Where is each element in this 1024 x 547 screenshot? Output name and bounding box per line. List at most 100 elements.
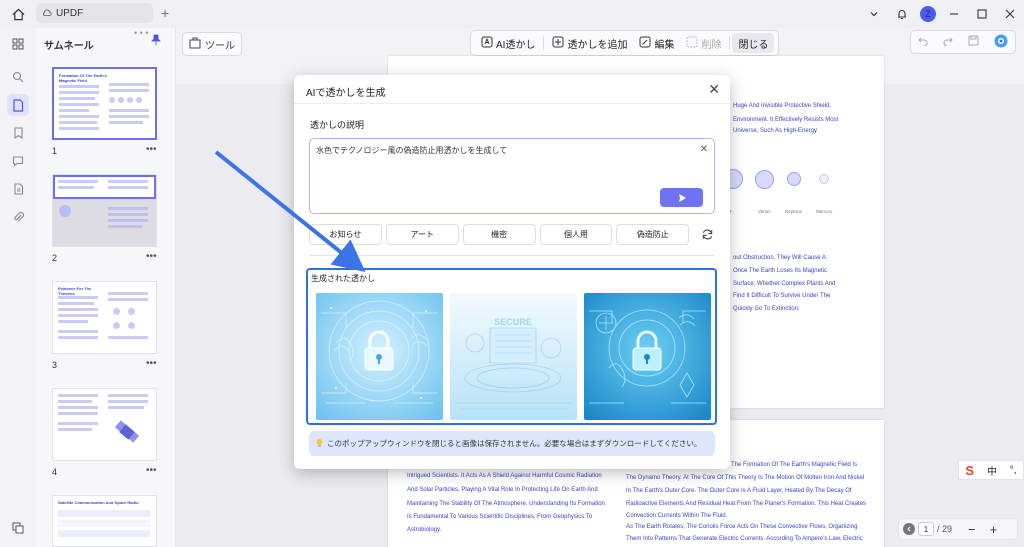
paperclip-icon[interactable]	[10, 209, 26, 225]
panel-title: サムネール	[44, 41, 94, 52]
delete-label: 削除	[701, 39, 722, 51]
send-button[interactable]	[660, 188, 703, 207]
page-text-line: Environment. It Effectively Resists Most	[733, 117, 839, 123]
generated-watermark-2[interactable]: SECURE	[450, 293, 577, 420]
tools-label: ツール	[205, 40, 235, 52]
delete-icon	[686, 36, 698, 51]
description-input[interactable]: 水色でテクノロジー風の偽造防止用透かしを生成して	[316, 145, 696, 175]
thumbnail-title: Evidence For The Theories	[58, 286, 92, 296]
bookmark-icon[interactable]	[10, 125, 26, 141]
chip-anti-counterfeit[interactable]: 偽造防止	[616, 224, 690, 245]
generated-watermark-3[interactable]	[584, 293, 711, 420]
close-icon[interactable]: ✕	[708, 81, 720, 98]
cloud-icon	[42, 9, 52, 16]
thumbnail-more-button[interactable]: •••	[146, 358, 157, 369]
edit-icon	[639, 36, 651, 51]
lightbulb-icon	[315, 438, 324, 450]
prev-page-icon[interactable]	[903, 523, 915, 535]
thumbnail-number: 3	[52, 360, 58, 370]
notice-bar: このポップアップウィンドウを閉じると画像は保存されません。必要な場合はまずダウン…	[309, 431, 715, 456]
page-text-line: And Solar Particles, Playing A Vital Rol…	[407, 487, 598, 493]
avatar[interactable]: Z	[920, 6, 936, 22]
page-thumbnail-1[interactable]: Formation Of The Earth's Magnetic Field	[52, 67, 157, 140]
thumbnail-title: Formation Of The Earth's Magnetic Field	[59, 73, 107, 83]
thumbnails-page-icon[interactable]	[7, 94, 29, 116]
ai-watermark-button[interactable]: AI透かし	[475, 33, 541, 53]
page-text-line: Is Fundamental To Various Scientific Dis…	[407, 514, 593, 520]
attachment-page-icon[interactable]	[10, 181, 26, 197]
search-icon[interactable]	[10, 69, 26, 85]
thumbnail-panel: • • • サムネール Formation Of The Earth's Mag…	[36, 28, 176, 547]
grid-icon[interactable]	[10, 36, 26, 52]
pin-icon[interactable]	[151, 34, 161, 49]
page-text-line: Huge And Invisible Protective Shield,	[733, 103, 832, 109]
edit-watermark-button[interactable]: 編集	[633, 33, 680, 53]
chevron-down-icon[interactable]	[860, 0, 888, 28]
zoom-out-button[interactable]: −	[968, 522, 976, 537]
generated-watermark-1[interactable]	[316, 293, 443, 420]
page-total: / 29	[937, 524, 953, 534]
thumbnail-title: Satellite Communication And Space Radio	[58, 500, 139, 505]
chip-personal[interactable]: 個人用	[539, 224, 613, 245]
redo-icon[interactable]	[943, 35, 953, 49]
minimize-button[interactable]	[940, 0, 968, 28]
page-navigator: 1 / 29 − +	[898, 518, 1018, 540]
page-text-line: In The Earth's Outer Core. The Outer Cor…	[626, 488, 852, 494]
page-thumbnail-4[interactable]	[52, 388, 157, 461]
dialog-title: AIで透かしを生成	[306, 88, 386, 99]
chip-confidential[interactable]: 機密	[462, 224, 536, 245]
zoom-in-button[interactable]: +	[990, 522, 998, 537]
send-icon	[678, 193, 686, 202]
planet-label: Venus	[758, 209, 771, 214]
save-icon[interactable]	[968, 35, 979, 49]
description-input-box: 水色でテクノロジー風の偽造防止用透かしを生成して ✕	[309, 138, 715, 214]
drag-handle[interactable]: • • •	[134, 28, 148, 38]
new-tab-button[interactable]: +	[161, 5, 169, 21]
page-text-line: Once The Earth Loses Its Magnetic	[733, 268, 827, 274]
page-text-line: Astrobiology.	[407, 527, 442, 533]
clear-input-icon[interactable]: ✕	[700, 144, 708, 155]
chip-notice[interactable]: お知らせ	[309, 224, 382, 245]
document-tab[interactable]: UPDF	[36, 3, 153, 23]
thumbnail-number: 1	[52, 146, 58, 156]
layers-icon[interactable]	[10, 520, 26, 536]
delete-watermark-button[interactable]: 削除	[680, 33, 727, 53]
tools-button[interactable]: ツール	[182, 32, 242, 56]
refresh-icon[interactable]	[699, 227, 715, 243]
page-thumbnail-5[interactable]: Satellite Communication And Space Radio	[52, 495, 157, 547]
ime-language[interactable]: 中	[987, 463, 997, 478]
page-text-line: Maintaining The Stability Of The Atmosph…	[407, 501, 605, 507]
maximize-button[interactable]	[968, 0, 996, 28]
add-watermark-icon	[552, 36, 564, 51]
planet-circle	[755, 170, 774, 189]
ime-punctuation-icon[interactable]: °,	[1010, 465, 1017, 476]
thumbnail-more-button[interactable]: •••	[146, 465, 157, 476]
ai-watermark-dialog: AIで透かしを生成 ✕ 透かしの説明 水色でテクノロジー風の偽造防止用透かしを生…	[294, 75, 730, 469]
comment-icon[interactable]	[10, 153, 26, 169]
page-text-line: Them Into Patterns That Generate Electri…	[626, 536, 863, 542]
ai-watermark-label: AI透かし	[496, 39, 536, 51]
left-rail	[0, 28, 36, 547]
tools-icon	[189, 37, 201, 52]
chip-art[interactable]: アート	[385, 224, 459, 245]
close-window-button[interactable]	[996, 0, 1024, 28]
home-icon[interactable]	[10, 6, 26, 22]
thumbnail-more-button[interactable]: •••	[146, 251, 157, 262]
description-label: 透かしの説明	[310, 120, 365, 130]
bell-icon[interactable]	[888, 0, 916, 28]
ai-assistant-icon[interactable]	[994, 34, 1008, 51]
close-label: 閉じる	[738, 39, 769, 51]
page-number-input[interactable]: 1	[918, 522, 934, 536]
tab-title: UPDF	[56, 7, 84, 19]
sogou-icon[interactable]: S	[965, 463, 974, 478]
thumbnail-more-button[interactable]: •••	[146, 144, 157, 155]
page-thumbnail-2[interactable]	[52, 174, 157, 247]
page-text-line: out Obstruction, They Will Cause A	[733, 255, 826, 261]
close-watermark-button[interactable]: 閉じる	[732, 33, 775, 53]
page-text-line: As The Earth Rotates, The Coriolis Force…	[626, 524, 858, 530]
page-text-line: Surface, Whether Complex Plants And	[733, 281, 836, 287]
add-watermark-button[interactable]: 透かしを追加	[546, 33, 633, 53]
undo-icon[interactable]	[918, 35, 928, 49]
thumbnail-number: 4	[52, 467, 58, 477]
page-thumbnail-3[interactable]: Evidence For The Theories	[52, 281, 157, 354]
